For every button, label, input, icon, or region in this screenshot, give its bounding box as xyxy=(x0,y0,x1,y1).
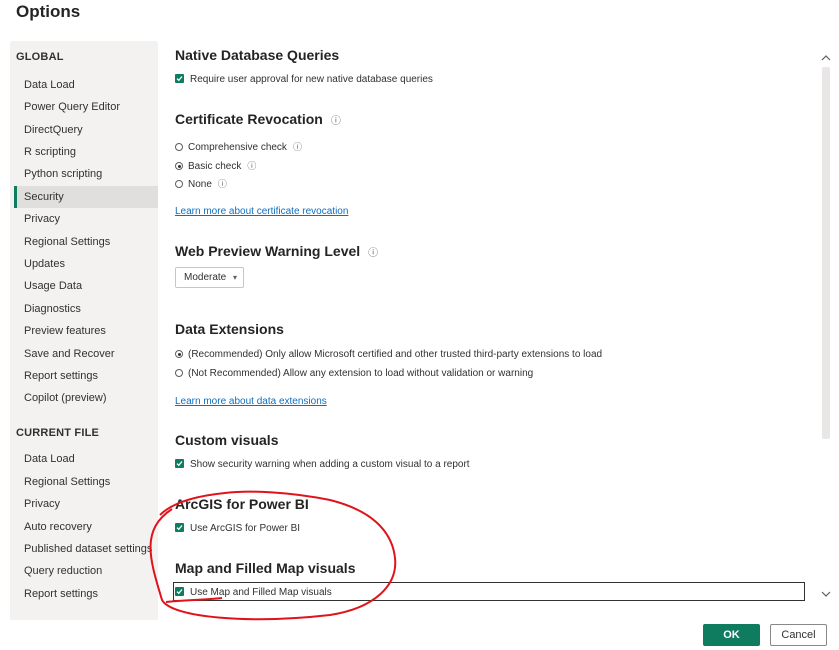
link-data-extensions[interactable]: Learn more about data extensions xyxy=(175,396,327,407)
scrollbar-thumb[interactable] xyxy=(822,67,830,439)
check-icon xyxy=(175,523,184,532)
checkbox-native-db-approval[interactable]: Require user approval for new native dat… xyxy=(175,73,433,86)
section-title-data-ext: Data Extensions xyxy=(175,321,284,337)
section-title-map: Map and Filled Map visuals xyxy=(175,560,356,576)
check-icon xyxy=(175,74,184,83)
section-title-arcgis: ArcGIS for Power BI xyxy=(175,496,309,512)
radio-selected-icon xyxy=(175,350,183,358)
sidebar-item-updates[interactable]: Updates xyxy=(14,253,158,275)
sidebar-item-copilot-preview[interactable]: Copilot (preview) xyxy=(14,387,158,409)
cancel-button[interactable]: Cancel xyxy=(770,624,827,646)
sidebar: GLOBAL Data Load Power Query Editor Dire… xyxy=(10,41,158,620)
sidebar-item-r-scripting[interactable]: R scripting xyxy=(14,141,158,163)
sidebar-item-diagnostics[interactable]: Diagnostics xyxy=(14,298,158,320)
checkbox-use-map-visuals[interactable]: Use Map and Filled Map visuals xyxy=(175,586,332,599)
section-title-native-db: Native Database Queries xyxy=(175,47,340,63)
sidebar-item-privacy[interactable]: Privacy xyxy=(14,208,158,230)
radio-label: Comprehensive check xyxy=(188,142,287,153)
radio-selected-icon xyxy=(175,162,183,170)
sidebar-item-current-privacy[interactable]: Privacy xyxy=(14,493,158,515)
scroll-up-icon[interactable] xyxy=(821,53,831,64)
radio-icon xyxy=(175,180,183,188)
info-icon[interactable]: ⓘ xyxy=(331,112,341,127)
sidebar-item-published-dataset-settings[interactable]: Published dataset settings xyxy=(14,538,158,560)
sidebar-item-report-settings[interactable]: Report settings xyxy=(14,365,158,387)
ok-button[interactable]: OK xyxy=(703,624,760,646)
dialog-title: Options xyxy=(16,2,81,21)
sidebar-header-current-file: CURRENT FILE xyxy=(16,427,100,439)
radio-label: Basic check xyxy=(188,161,242,172)
link-cert-revocation[interactable]: Learn more about certificate revocation xyxy=(175,206,348,217)
radio-label: (Recommended) Only allow Microsoft certi… xyxy=(188,349,603,360)
section-title-web-preview-text: Web Preview Warning Level xyxy=(175,243,361,259)
info-icon[interactable]: ⓘ xyxy=(293,142,302,152)
section-title-cert-text: Certificate Revocation xyxy=(175,111,323,127)
sidebar-item-query-reduction[interactable]: Query reduction xyxy=(14,560,158,582)
sidebar-item-save-and-recover[interactable]: Save and Recover xyxy=(14,343,158,365)
radio-label: None xyxy=(188,179,212,190)
radio-icon xyxy=(175,369,183,377)
sidebar-item-usage-data[interactable]: Usage Data xyxy=(14,275,158,297)
dropdown-value: Moderate xyxy=(184,272,227,283)
sidebar-item-power-query-editor[interactable]: Power Query Editor xyxy=(14,96,158,118)
sidebar-item-current-data-load[interactable]: Data Load xyxy=(14,448,158,470)
check-icon xyxy=(175,587,184,596)
sidebar-item-auto-recovery[interactable]: Auto recovery xyxy=(14,516,158,538)
radio-data-ext-not-recommended[interactable]: (Not Recommended) Allow any extension to… xyxy=(175,367,533,380)
check-icon xyxy=(175,459,184,468)
section-title-custom-visuals: Custom visuals xyxy=(175,432,279,448)
radio-none[interactable]: None ⓘ xyxy=(175,178,227,191)
checkbox-custom-visual-warning[interactable]: Show security warning when adding a cust… xyxy=(175,458,470,471)
settings-panel: Native Database Queries Require user app… xyxy=(160,41,820,620)
section-title-cert: Certificate Revocation ⓘ xyxy=(175,111,341,127)
info-icon[interactable]: ⓘ xyxy=(218,179,227,189)
sidebar-item-directquery[interactable]: DirectQuery xyxy=(14,119,158,141)
sidebar-item-current-regional-settings[interactable]: Regional Settings xyxy=(14,471,158,493)
sidebar-item-current-report-settings[interactable]: Report settings xyxy=(14,583,158,605)
scroll-down-icon[interactable] xyxy=(821,590,831,601)
web-preview-dropdown[interactable]: Moderate ▾ xyxy=(175,267,244,288)
checkbox-label: Use Map and Filled Map visuals xyxy=(190,587,332,598)
radio-label: (Not Recommended) Allow any extension to… xyxy=(188,368,534,379)
info-icon[interactable]: ⓘ xyxy=(368,244,378,259)
scrollbar[interactable] xyxy=(820,41,833,620)
checkbox-label: Require user approval for new native dat… xyxy=(190,74,433,85)
chevron-down-icon: ▾ xyxy=(232,273,237,282)
sidebar-item-data-load[interactable]: Data Load xyxy=(14,74,158,96)
info-icon[interactable]: ⓘ xyxy=(247,161,256,171)
radio-icon xyxy=(175,143,183,151)
radio-basic-check[interactable]: Basic check ⓘ xyxy=(175,160,256,173)
sidebar-item-preview-features[interactable]: Preview features xyxy=(14,320,158,342)
radio-comprehensive-check[interactable]: Comprehensive check ⓘ xyxy=(175,141,302,154)
sidebar-item-python-scripting[interactable]: Python scripting xyxy=(14,163,158,185)
sidebar-header-global: GLOBAL xyxy=(16,51,64,63)
section-title-web-preview: Web Preview Warning Level ⓘ xyxy=(175,243,378,259)
checkbox-label: Show security warning when adding a cust… xyxy=(190,459,470,470)
checkbox-label: Use ArcGIS for Power BI xyxy=(190,523,301,534)
radio-data-ext-recommended[interactable]: (Recommended) Only allow Microsoft certi… xyxy=(175,348,602,361)
sidebar-item-security[interactable]: Security xyxy=(14,186,158,208)
sidebar-item-regional-settings[interactable]: Regional Settings xyxy=(14,231,158,253)
checkbox-use-arcgis[interactable]: Use ArcGIS for Power BI xyxy=(175,522,300,535)
